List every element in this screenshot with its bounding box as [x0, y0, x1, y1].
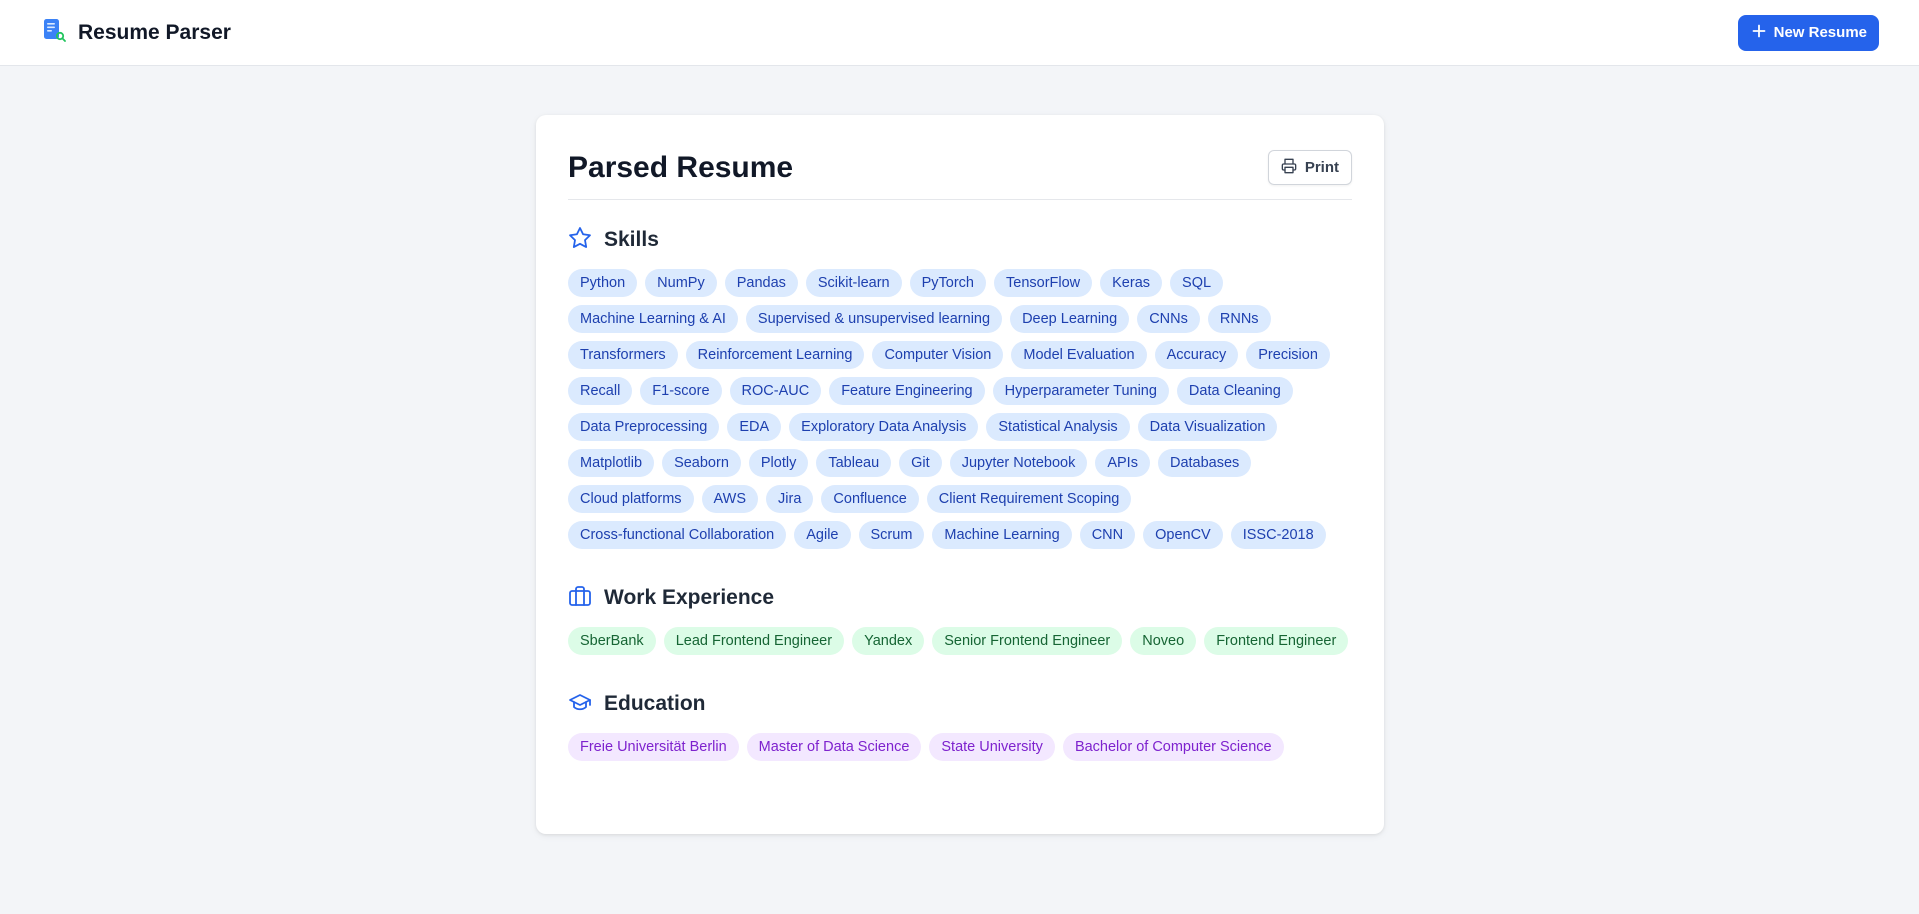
tag: Freie Universität Berlin	[568, 733, 739, 761]
tag: Tableau	[816, 449, 892, 477]
tag: Jupyter Notebook	[949, 449, 1088, 477]
skills-section: Skills Python NumPy Pandas Scikit-learn PyTo…	[568, 226, 1352, 549]
tag: PyTorch	[909, 269, 986, 297]
tag: TensorFlow	[994, 269, 1093, 297]
tag: Statistical Analysis	[986, 413, 1130, 441]
tag: Git	[899, 449, 942, 477]
tag: Lead Frontend Engineer	[663, 627, 845, 655]
tag: Agile	[794, 521, 851, 549]
tag: Hyperparameter Tuning	[992, 377, 1169, 405]
tag: Matplotlib	[568, 449, 655, 477]
tag: Frontend Engineer	[1204, 627, 1349, 655]
education-section: Education Freie Universität Berlin Master…	[568, 690, 1352, 761]
tag: Cross-functional Collaboration	[568, 521, 787, 549]
star-icon	[568, 226, 592, 255]
tag: Confluence	[821, 485, 919, 513]
tag: Senior Frontend Engineer	[932, 627, 1123, 655]
tag: Machine Learning & AI	[568, 305, 738, 333]
tag: RNNs	[1207, 305, 1271, 333]
document-search-icon	[42, 18, 66, 47]
tag: Pandas	[724, 269, 798, 297]
tag: APIs	[1095, 449, 1150, 477]
tag: Machine Learning	[932, 521, 1072, 549]
tag: Client Requirement Scoping	[926, 485, 1132, 513]
tag: Precision	[1246, 341, 1330, 369]
print-button[interactable]: Print	[1267, 150, 1352, 185]
work-experience-section: Work Experience SberBank Lead Frontend En…	[568, 584, 1352, 655]
tag: SberBank	[568, 627, 656, 655]
tag: Cloud platforms	[568, 485, 694, 513]
tag: Transformers	[568, 341, 678, 369]
work-experience-header: Work Experience	[568, 584, 1352, 612]
card-header: Parsed Resume Print	[568, 147, 1352, 188]
tag: Plotly	[748, 449, 809, 477]
skills-header: Skills	[568, 226, 1352, 254]
tag: Deep Learning	[1010, 305, 1130, 333]
tag: Python	[568, 269, 638, 297]
tag: Scikit-learn	[805, 269, 902, 297]
tag: Supervised & unsupervised learning	[745, 305, 1003, 333]
print-label: Print	[1304, 159, 1339, 176]
tag: Seaborn	[662, 449, 741, 477]
tag: Model Evaluation	[1011, 341, 1147, 369]
tag: Accuracy	[1154, 341, 1239, 369]
tag: CNN	[1079, 521, 1136, 549]
tag: EDA	[727, 413, 782, 441]
tag: Feature Engineering	[829, 377, 985, 405]
education-tag-list: Freie Universität Berlin Master of Data S…	[568, 733, 1352, 761]
briefcase-icon	[568, 584, 592, 613]
tag: Data Visualization	[1137, 413, 1278, 441]
tag: Scrum	[858, 521, 925, 549]
parsed-resume-card: Parsed Resume Print Skills Python NumPy Pa…	[536, 115, 1384, 834]
tag: NumPy	[645, 269, 717, 297]
divider	[568, 199, 1352, 200]
tag: CNNs	[1137, 305, 1200, 333]
tag: Master of Data Science	[746, 733, 922, 761]
tag: SQL	[1170, 269, 1224, 297]
page-title: Parsed Resume	[568, 150, 794, 184]
tag: Data Preprocessing	[568, 413, 720, 441]
work-experience-title: Work Experience	[604, 586, 775, 609]
top-bar: Resume Parser New Resume	[0, 0, 1919, 66]
graduation-cap-icon	[568, 690, 592, 719]
tag: ISSC-2018	[1230, 521, 1326, 549]
plus-icon	[1752, 24, 1766, 42]
tag: F1-score	[640, 377, 722, 405]
tag: Bachelor of Computer Science	[1062, 733, 1284, 761]
tag: Keras	[1100, 269, 1163, 297]
new-resume-label: New Resume	[1773, 24, 1867, 41]
tag: Databases	[1157, 449, 1252, 477]
education-title: Education	[604, 692, 706, 715]
tag: Exploratory Data Analysis	[789, 413, 979, 441]
tag: Jira	[766, 485, 814, 513]
work-experience-tag-list: SberBank Lead Frontend Engineer Yandex Seni…	[568, 627, 1352, 655]
tag: Data Cleaning	[1176, 377, 1293, 405]
tag: Computer Vision	[872, 341, 1004, 369]
tag: ROC-AUC	[729, 377, 822, 405]
skills-tag-list: Python NumPy Pandas Scikit-learn PyTorch Tens…	[568, 269, 1352, 549]
tag: Noveo	[1130, 627, 1197, 655]
tag: OpenCV	[1143, 521, 1223, 549]
brand: Resume Parser	[42, 18, 231, 47]
printer-icon	[1281, 158, 1297, 178]
tag: Yandex	[852, 627, 925, 655]
tag: AWS	[701, 485, 759, 513]
tag: Recall	[568, 377, 633, 405]
skills-title: Skills	[604, 228, 659, 251]
tag: State University	[929, 733, 1055, 761]
tag: Reinforcement Learning	[685, 341, 865, 369]
new-resume-button[interactable]: New Resume	[1737, 14, 1879, 51]
education-header: Education	[568, 690, 1352, 718]
app-title: Resume Parser	[78, 20, 231, 44]
